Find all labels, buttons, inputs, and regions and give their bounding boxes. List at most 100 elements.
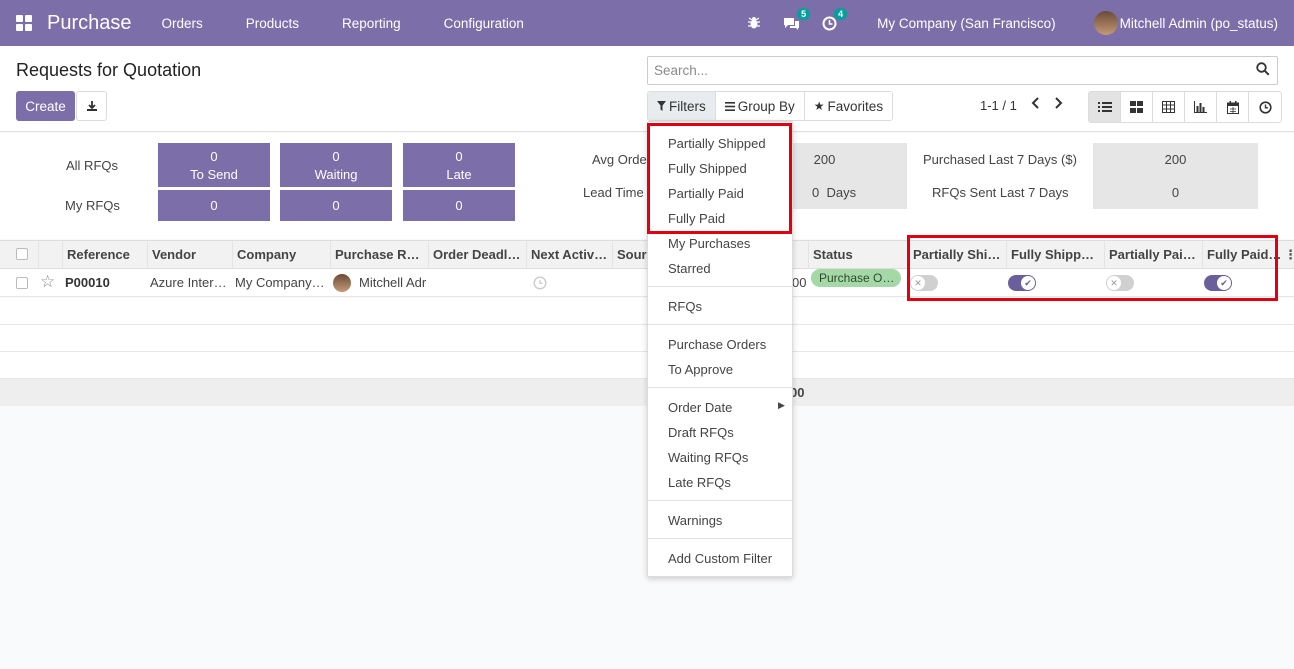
cell-purchase-rep: Mitchell Adr xyxy=(359,275,427,290)
rfqs-sent-last-7-days-label: RFQs Sent Last 7 Days xyxy=(932,185,1069,200)
filter-to-approve[interactable]: To Approve xyxy=(668,362,733,377)
activity-view-icon[interactable] xyxy=(1249,92,1281,122)
status-badge: Purchase O… xyxy=(811,269,901,287)
download-button[interactable] xyxy=(76,91,107,121)
tile-label: To Send xyxy=(190,167,238,182)
chevron-right-icon[interactable] xyxy=(1052,96,1064,110)
add-custom-filter[interactable]: Add Custom Filter xyxy=(668,551,772,566)
select-all-checkbox[interactable] xyxy=(16,248,28,260)
caret-right-icon: ▶ xyxy=(778,400,785,410)
tile-all-to-send[interactable]: 0 To Send xyxy=(158,143,270,187)
header-order-deadline[interactable]: Order Deadl… xyxy=(428,241,526,269)
highlight-status-columns xyxy=(907,235,1278,301)
search-options-bar: Filters Group By ★ Favorites xyxy=(647,91,894,121)
search-input[interactable] xyxy=(647,56,1278,85)
favorites-button[interactable]: ★ Favorites xyxy=(804,92,893,120)
tile-value: 0 xyxy=(332,149,340,164)
optional-columns-icon[interactable]: ⋮ xyxy=(1284,241,1294,268)
filters-button[interactable]: Filters xyxy=(648,92,716,120)
apps-menu-icon[interactable] xyxy=(16,15,32,31)
create-button[interactable]: Create xyxy=(16,91,75,121)
tile-value: 0 xyxy=(210,149,218,164)
menu-orders[interactable]: Orders xyxy=(162,16,203,31)
page-title: Requests for Quotation xyxy=(16,60,202,80)
header-reference[interactable]: Reference xyxy=(62,241,147,269)
star-icon: ★ xyxy=(813,99,825,113)
list-view-icon[interactable] xyxy=(1089,92,1121,122)
purchased-last-7-days-label: Purchased Last 7 Days ($) xyxy=(923,152,1077,167)
pager-value[interactable]: 1-1 / 1 xyxy=(980,98,1017,113)
menu-divider xyxy=(648,324,792,325)
header-status[interactable]: Status xyxy=(808,241,908,269)
control-panel: Requests for Quotation Create Filters Gr… xyxy=(0,46,1294,132)
header-purchase-rep[interactable]: Purchase R… xyxy=(330,241,428,269)
cell-total-fragment: 00 xyxy=(792,275,807,290)
view-switcher xyxy=(1088,91,1282,123)
rfqs-sent-last-7-days-value: 0 xyxy=(1093,176,1258,209)
row-checkbox[interactable] xyxy=(16,277,28,289)
header-spacer xyxy=(38,241,62,269)
filter-icon xyxy=(657,101,666,111)
bars-icon xyxy=(724,101,735,111)
tile-value: 0 xyxy=(455,149,463,164)
menu-configuration[interactable]: Configuration xyxy=(444,16,524,31)
pivot-view-icon[interactable] xyxy=(1153,92,1185,122)
filter-warnings[interactable]: Warnings xyxy=(668,513,722,528)
app-title[interactable]: Purchase xyxy=(47,12,132,35)
group-by-label: Group By xyxy=(737,98,795,114)
favorites-label: Favorites xyxy=(827,98,884,114)
activities-icon[interactable]: 4 xyxy=(822,7,848,31)
bug-icon[interactable] xyxy=(747,16,761,30)
filter-purchase-orders[interactable]: Purchase Orders xyxy=(668,337,766,352)
filter-order-date[interactable]: Order Date xyxy=(668,400,732,415)
menu-divider xyxy=(648,538,792,539)
menu-divider xyxy=(648,286,792,287)
filter-waiting-rfqs[interactable]: Waiting RFQs xyxy=(668,450,748,465)
tile-my-to-send[interactable]: 0 xyxy=(158,190,270,221)
star-toggle-icon[interactable]: ☆ xyxy=(40,272,55,292)
tile-my-waiting[interactable]: 0 xyxy=(280,190,392,221)
kanban-view-icon[interactable] xyxy=(1121,92,1153,122)
user-avatar[interactable] xyxy=(1093,11,1118,35)
chevron-left-icon[interactable] xyxy=(1030,96,1042,110)
purchased-last-7-days-value: 200 xyxy=(1093,143,1258,176)
messages-badge: 5 xyxy=(797,7,811,20)
cell-vendor: Azure Inter… xyxy=(150,275,227,290)
cell-company: My Company… xyxy=(235,275,325,290)
tile-my-late[interactable]: 0 xyxy=(403,190,515,221)
menu-reporting[interactable]: Reporting xyxy=(342,16,401,31)
search-icon[interactable] xyxy=(1256,62,1270,79)
filter-starred[interactable]: Starred xyxy=(668,261,711,276)
clock-icon[interactable] xyxy=(533,276,547,293)
filter-rfqs[interactable]: RFQs xyxy=(668,299,702,314)
avg-order-label: Avg Orde xyxy=(592,152,647,167)
menu-divider xyxy=(648,387,792,388)
user-menu[interactable]: Mitchell Admin (po_status) xyxy=(1120,16,1278,31)
filter-late-rfqs[interactable]: Late RFQs xyxy=(668,475,731,490)
calendar-view-icon[interactable] xyxy=(1217,92,1249,122)
tile-all-waiting[interactable]: 0 Waiting xyxy=(280,143,392,187)
filter-my-purchases[interactable]: My Purchases xyxy=(668,236,750,251)
header-vendor[interactable]: Vendor xyxy=(147,241,232,269)
menu-products[interactable]: Products xyxy=(246,16,299,31)
tile-all-late[interactable]: 0 Late xyxy=(403,143,515,187)
activities-badge: 4 xyxy=(834,7,848,20)
menu-divider xyxy=(648,500,792,501)
company-switcher[interactable]: My Company (San Francisco) xyxy=(877,16,1056,31)
tile-label: Waiting xyxy=(314,167,358,182)
rep-avatar xyxy=(333,274,351,292)
header-next-activity[interactable]: Next Activ… xyxy=(526,241,612,269)
top-navbar: Purchase Orders Products Reporting Confi… xyxy=(0,0,1294,46)
graph-view-icon[interactable] xyxy=(1185,92,1217,122)
filter-draft-rfqs[interactable]: Draft RFQs xyxy=(668,425,734,440)
lead-time-label: Lead Time xyxy=(583,185,644,200)
filters-label: Filters xyxy=(669,98,706,114)
header-source[interactable]: Sour xyxy=(612,241,652,269)
group-by-button[interactable]: Group By xyxy=(715,92,805,120)
all-rfqs-label: All RFQs xyxy=(66,158,118,173)
header-company[interactable]: Company xyxy=(232,241,330,269)
cell-reference: P00010 xyxy=(65,275,110,290)
messages-icon[interactable]: 5 xyxy=(783,7,811,31)
download-icon xyxy=(86,101,97,111)
my-rfqs-label: My RFQs xyxy=(65,198,120,213)
